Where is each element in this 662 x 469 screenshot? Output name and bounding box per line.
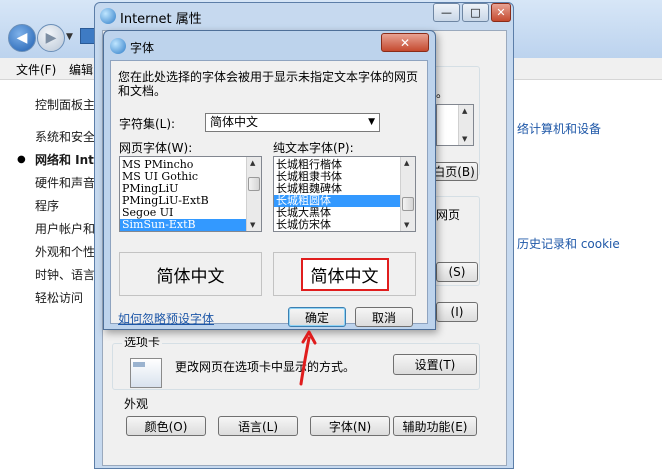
fonts-button[interactable]: 字体(N)	[310, 416, 390, 436]
tabs-group-label: 选项卡	[122, 337, 163, 347]
colors-button[interactable]: 颜色(O)	[126, 416, 206, 436]
arrow-right-icon: ▶	[45, 30, 57, 46]
plaintext-preview-text: 简体中文	[300, 257, 389, 291]
menu-file[interactable]: 文件(F)	[16, 61, 56, 78]
close-icon: ✕	[399, 35, 411, 50]
list-item[interactable]: 长城仿宋体	[274, 219, 415, 231]
scroll-down-icon: ▼	[462, 135, 468, 143]
cancel-button[interactable]: 取消	[355, 307, 413, 327]
sidebar-item-hardware-sound[interactable]: 硬件和声音	[35, 174, 95, 191]
settings-i-button[interactable]: (I)	[436, 302, 478, 322]
font-dialog-close-button[interactable]: ✕	[381, 33, 429, 52]
charset-value: 简体中文	[210, 115, 259, 129]
internet-globe-icon	[100, 8, 116, 24]
tabs-settings-button[interactable]: 设置(T)	[393, 354, 477, 375]
home-page-textarea[interactable]: ▲ ▼	[436, 104, 474, 146]
tabs-icon	[130, 358, 162, 388]
font-dialog-globe-icon	[110, 38, 126, 54]
home-page-scrollbar[interactable]: ▲ ▼	[458, 105, 473, 145]
settings-s-button[interactable]: (S)	[436, 262, 478, 282]
ok-button[interactable]: 确定	[288, 307, 346, 327]
view-network-devices-link[interactable]: 络计算机和设备	[517, 120, 601, 137]
scroll-down-icon[interactable]: ▼	[250, 221, 255, 229]
webpage-font-scrollbar[interactable]: ▲ ▼	[246, 157, 261, 231]
sidebar-item-appearance[interactable]: 外观和个性	[35, 243, 95, 260]
scroll-up-icon[interactable]: ▲	[404, 159, 409, 167]
back-button[interactable]: ◀	[8, 24, 36, 52]
appearance-label: 外观	[124, 397, 149, 411]
list-item-selected[interactable]: SimSun-ExtB	[120, 219, 261, 231]
accessibility-button[interactable]: 辅助功能(E)	[393, 416, 477, 436]
sidebar-item-programs[interactable]: 程序	[35, 197, 59, 214]
minimize-button[interactable]: —	[433, 3, 460, 22]
plaintext-font-list[interactable]: 长城粗行楷体 长城粗隶书体 长城粗魏碑体 长城粗圆体 长城大黑体 长城仿宋体 ▲…	[273, 156, 416, 232]
browsing-history-text-fragment: 网页	[436, 208, 461, 222]
use-blank-button[interactable]: 白页(B)	[430, 162, 478, 181]
internet-properties-title: Internet 属性	[120, 12, 202, 27]
sidebar-item-ease-of-access[interactable]: 轻松访问	[35, 289, 83, 306]
history-cookies-link[interactable]: 历史记录和 cookie	[517, 235, 620, 252]
current-item-bullet-icon: ●	[17, 154, 26, 165]
webpage-font-list[interactable]: MS PMincho MS UI Gothic PMingLiU PMingLi…	[119, 156, 262, 232]
charset-label: 字符集(L):	[119, 117, 176, 131]
annotation-arrow-icon	[299, 330, 317, 386]
webpage-font-label: 网页字体(W):	[119, 141, 193, 155]
plaintext-font-label: 纯文本字体(P):	[273, 141, 354, 155]
close-button[interactable]: ✕	[491, 3, 511, 22]
font-dialog-description: 您在此处选择的字体会被用于显示未指定文本字体的网页和文档。	[118, 70, 419, 98]
control-panel-content	[515, 80, 662, 469]
home-page-text-fragment: 。	[436, 86, 449, 100]
tabs-description: 更改网页在选项卡中显示的方式。	[175, 360, 356, 374]
ignore-preset-fonts-link[interactable]: 如何忽略预设字体	[118, 310, 214, 327]
chevron-down-icon: ▼	[368, 117, 375, 127]
webpage-font-preview: 简体中文	[119, 252, 262, 296]
arrow-left-icon: ◀	[16, 30, 28, 46]
scroll-up-icon: ▲	[462, 107, 468, 115]
maximize-button[interactable]: □	[462, 3, 489, 22]
history-dropdown-icon[interactable]: ▼	[66, 32, 73, 42]
scroll-thumb[interactable]	[402, 197, 414, 211]
sidebar-item-clock-language[interactable]: 时钟、语言	[35, 266, 95, 283]
font-dialog-title: 字体	[130, 41, 155, 55]
sidebar-item-user-accounts[interactable]: 用户帐户和	[35, 220, 95, 237]
scroll-down-icon[interactable]: ▼	[404, 221, 409, 229]
languages-button[interactable]: 语言(L)	[218, 416, 298, 436]
scroll-thumb[interactable]	[248, 177, 260, 191]
plaintext-font-scrollbar[interactable]: ▲ ▼	[400, 157, 415, 231]
menu-edit[interactable]: 编辑	[69, 61, 93, 78]
charset-select[interactable]: 简体中文 ▼	[205, 113, 380, 132]
plaintext-font-preview: 简体中文	[273, 252, 416, 296]
sidebar-item-system-security[interactable]: 系统和安全	[35, 128, 95, 145]
sidebar-item-network-internet[interactable]: 网络和 Int	[35, 151, 94, 168]
forward-button[interactable]: ▶	[37, 24, 65, 52]
sidebar-item-home[interactable]: 控制面板主	[35, 96, 95, 113]
scroll-up-icon[interactable]: ▲	[250, 159, 255, 167]
